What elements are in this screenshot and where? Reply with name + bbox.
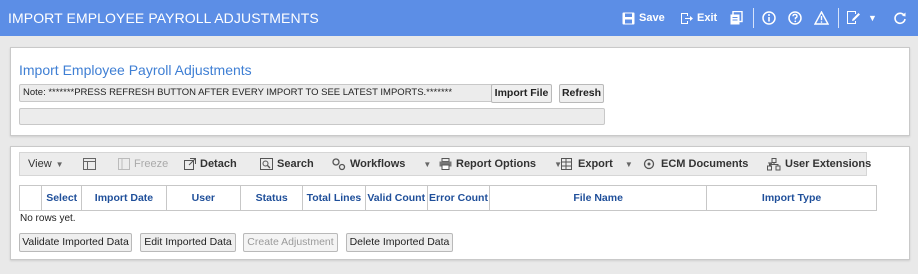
column-header-status[interactable]: Status [240, 185, 304, 211]
column-filter-icon [83, 158, 96, 170]
workflows-menu[interactable]: Workflows ▼ [332, 153, 431, 175]
detach-icon [184, 158, 196, 170]
exit-label: Exit [697, 12, 718, 24]
delete-imported-data-button[interactable]: Delete Imported Data [346, 233, 453, 252]
empty-state-text: No rows yet. [20, 213, 76, 224]
chevron-down-icon: ▼ [55, 159, 64, 169]
printer-icon [439, 158, 452, 170]
report-options-label: Report Options [456, 158, 537, 170]
import-panel: Import Employee Payroll Adjustments Note… [10, 47, 910, 136]
user-extensions-icon [767, 157, 781, 170]
column-header-total-lines[interactable]: Total Lines [302, 185, 366, 211]
column-header-import-type[interactable]: Import Type [706, 185, 877, 211]
user-extensions-button[interactable]: User Extensions [767, 153, 871, 175]
grid-toolbar: View ▼ Freeze Detach Search Workflows ▼ … [19, 152, 871, 176]
column-header-valid-count[interactable]: Valid Count [364, 185, 428, 211]
save-button[interactable]: Save [622, 10, 665, 26]
validate-imported-data-button[interactable]: Validate Imported Data [19, 233, 132, 252]
detach-label: Detach [200, 158, 237, 170]
column-header-import-date[interactable]: Import Date [81, 185, 167, 211]
chevron-down-icon: ▼ [868, 13, 877, 23]
toolbar-separator [838, 8, 839, 28]
help-icon [788, 11, 802, 25]
import-file-button[interactable]: Import File [491, 84, 552, 103]
ecm-documents-icon [643, 158, 655, 169]
toolbar-separator [753, 8, 754, 28]
alert-button[interactable] [814, 10, 829, 26]
page-title: IMPORT EMPLOYEE PAYROLL ADJUSTMENTS [8, 10, 319, 26]
search-button[interactable]: Search [260, 153, 314, 175]
export-icon [561, 158, 572, 170]
save-icon [622, 12, 635, 24]
report-options-menu[interactable]: Report Options ▼ [439, 153, 562, 175]
view-menu[interactable]: View ▼ [28, 153, 64, 175]
imports-table: Select Import Date User Status Total Lin… [18, 185, 877, 211]
column-header-error-count[interactable]: Error Count [426, 185, 491, 211]
grid-panel: View ▼ Freeze Detach Search Workflows ▼ … [10, 146, 910, 260]
copy-button[interactable] [730, 10, 743, 26]
workflows-icon [332, 157, 346, 170]
column-settings-button[interactable] [83, 153, 96, 175]
refresh-button[interactable]: Refresh [559, 84, 604, 103]
ecm-documents-label: ECM Documents [661, 158, 749, 170]
create-adjustment-button[interactable]: Create Adjustment [243, 233, 338, 252]
edit-options-button[interactable]: ▼ [847, 10, 877, 26]
status-bar [19, 108, 605, 125]
freeze-label: Freeze [134, 158, 169, 170]
chevron-down-icon: ▼ [423, 159, 432, 169]
table-header-row: Select Import Date User Status Total Lin… [18, 185, 877, 211]
edit-imported-data-button[interactable]: Edit Imported Data [140, 233, 236, 252]
warning-icon [814, 11, 829, 25]
freeze-button[interactable]: Freeze [118, 153, 168, 175]
detach-button[interactable]: Detach [184, 153, 237, 175]
exit-button[interactable]: Exit [680, 10, 717, 26]
export-menu[interactable]: Export ▼ [561, 153, 633, 175]
copy-icon [730, 11, 743, 25]
row-indicator-column [18, 185, 43, 211]
search-label: Search [277, 158, 314, 170]
workflows-label: Workflows [350, 158, 406, 170]
chevron-down-icon: ▼ [624, 159, 633, 169]
refresh-icon [894, 12, 906, 25]
info-icon [762, 11, 776, 25]
search-icon [260, 158, 273, 170]
freeze-icon [118, 158, 130, 170]
info-button[interactable] [762, 10, 776, 26]
exit-icon [681, 12, 693, 24]
column-header-file-name[interactable]: File Name [489, 185, 708, 211]
ecm-documents-menu[interactable]: ECM Documents ▼ [643, 153, 774, 175]
edit-page-icon [847, 11, 860, 24]
refresh-page-button[interactable] [893, 10, 907, 26]
column-header-user[interactable]: User [165, 185, 242, 211]
user-extensions-label: User Extensions [785, 158, 872, 170]
column-header-select[interactable]: Select [41, 185, 83, 211]
export-label: Export [578, 158, 613, 170]
note-field: Note: *******PRESS REFRESH BUTTON AFTER … [19, 84, 493, 102]
view-label: View [28, 158, 52, 170]
title-bar: IMPORT EMPLOYEE PAYROLL ADJUSTMENTS Save… [0, 0, 918, 36]
section-title: Import Employee Payroll Adjustments [19, 62, 252, 78]
help-button[interactable] [788, 10, 802, 26]
save-label: Save [639, 12, 665, 24]
